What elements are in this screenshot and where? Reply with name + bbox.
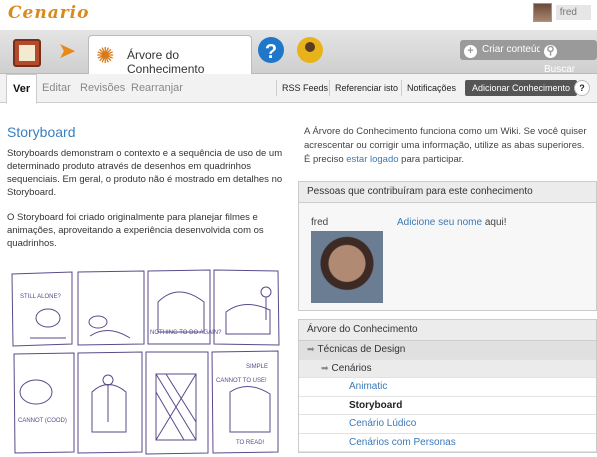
tab-edit[interactable]: Editar <box>42 74 71 102</box>
notifications-link[interactable]: Notificações <box>401 80 461 96</box>
board-icon[interactable] <box>13 39 41 67</box>
tree-item-design-techniques-label: Técnicas de Design <box>317 344 406 355</box>
search-icon: ⚲ <box>544 45 557 58</box>
tab-view[interactable]: Ver <box>6 74 38 104</box>
tab-knowledge-tree[interactable]: ✺ Árvore do Conhecimento <box>88 35 252 76</box>
tree-item-design-techniques[interactable]: ➡ Técnicas de Design <box>299 341 596 360</box>
add-name-suffix: aqui! <box>482 217 507 228</box>
sub-nav: Ver Editar Revisões Rearranjar RSS Feeds… <box>0 74 597 104</box>
sketch-text-2: NOTHING TO DO AGAIN? <box>150 330 222 336</box>
plus-icon: + <box>464 45 477 58</box>
reference-link[interactable]: Referenciar isto <box>329 80 403 96</box>
tree-item-persona-scenarios[interactable]: Cenários com Personas <box>299 433 596 452</box>
top-bar: Cenario fred <box>0 0 597 26</box>
tree-link-animatic[interactable]: Animatic <box>349 381 387 392</box>
contributors-title: Pessoas que contribuíram para este conhe… <box>299 182 596 203</box>
article: Storyboard Storyboards demonstram o cont… <box>7 124 287 250</box>
tree-item-storyboard: Storyboard <box>299 396 596 415</box>
contributor-photo[interactable] <box>311 231 383 303</box>
avatar[interactable] <box>532 3 552 22</box>
sketch-text-4: SIMPLE <box>246 364 268 370</box>
page-title: Storyboard <box>7 124 76 140</box>
expand-arrow-icon: ➡ <box>307 344 315 354</box>
article-paragraph-2: O Storyboard foi criado originalmente pa… <box>7 212 264 249</box>
fish-icon[interactable]: ➤ <box>52 36 82 66</box>
sketch-text-5: TO READ! <box>236 440 265 446</box>
knowledge-tree-title: Árvore do Conhecimento <box>299 320 596 341</box>
help-icon[interactable]: ? <box>258 37 284 63</box>
tree-link-ludic-scenario[interactable]: Cenário Lúdico <box>349 418 416 429</box>
sketch-text-6: CANNOT (COOD) <box>18 418 67 424</box>
tree-item-ludic-scenario[interactable]: Cenário Lúdico <box>299 415 596 434</box>
help-button[interactable]: ? <box>574 80 590 96</box>
tree-item-scenarios-label: Cenários <box>331 362 372 374</box>
person-icon[interactable] <box>297 37 323 63</box>
tab-rearrange[interactable]: Rearranjar <box>131 74 183 102</box>
tab-revisions[interactable]: Revisões <box>80 74 125 102</box>
user-name[interactable]: fred <box>555 5 591 20</box>
wiki-intro: A Árvore do Conhecimento funciona como u… <box>298 118 597 173</box>
tab-knowledge-tree-label: Árvore do Conhecimento <box>127 48 205 76</box>
user-menu[interactable]: fred <box>532 2 591 23</box>
tree-link-persona-scenarios[interactable]: Cenários com Personas <box>349 437 456 448</box>
wiki-intro-end: para participar. <box>398 154 465 165</box>
knowledge-tree-panel: Árvore do Conhecimento ➡ Técnicas de Desi… <box>298 319 597 453</box>
tree-icon: ✺ <box>96 43 115 68</box>
sketch-text-3: CANNOT TO USE! <box>216 378 267 384</box>
login-link[interactable]: estar logado <box>346 154 398 165</box>
site-logo[interactable]: Cenario <box>8 3 89 23</box>
add-name-text: Adicione seu nome aqui! <box>397 217 507 228</box>
tree-item-scenarios[interactable]: ➡ Cenários <box>299 359 596 378</box>
article-paragraph-1: Storyboards demonstram o contexto e a se… <box>7 148 283 198</box>
rss-feeds-link[interactable]: RSS Feeds <box>276 80 333 96</box>
contributor-name[interactable]: fred <box>311 217 328 228</box>
add-name-link[interactable]: Adicione seu nome <box>397 217 482 228</box>
search-button[interactable]: ⚲Buscar <box>540 40 597 75</box>
contributors-panel: Pessoas que contribuíram para este conhe… <box>298 181 597 311</box>
tree-item-animatic[interactable]: Animatic <box>299 378 596 397</box>
tool-nav: ➤ ✺ Árvore do Conhecimento ? + Criar cont… <box>0 30 597 76</box>
expand-arrow-icon: ➡ <box>321 362 329 373</box>
storyboard-sketch-image: STILL ALONE? NOTHING TO DO AGAIN? CANNOT… <box>8 262 294 457</box>
create-content-label: Criar conteúdo <box>482 44 548 55</box>
add-knowledge-button[interactable]: Adicionar Conhecimento <box>465 80 578 96</box>
sidebar: A Árvore do Conhecimento funciona como u… <box>298 118 597 453</box>
sketch-text-1: STILL ALONE? <box>20 294 61 300</box>
